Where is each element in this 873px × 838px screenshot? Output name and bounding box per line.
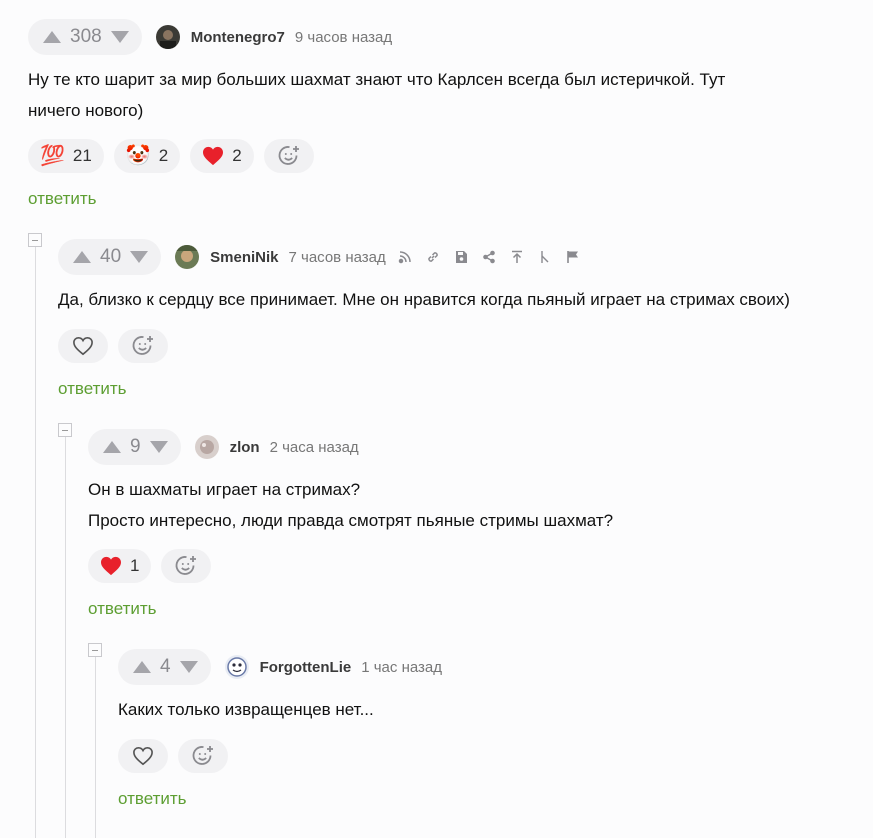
comment-text: Каких только извращенцев нет... — [118, 694, 374, 725]
author-name[interactable]: SmeniNik — [210, 249, 278, 266]
upvote-arrow-icon[interactable] — [72, 250, 92, 264]
rating-count: 4 — [160, 656, 171, 677]
downvote-arrow-icon[interactable] — [149, 440, 169, 454]
link-icon[interactable] — [426, 250, 440, 264]
avatar[interactable] — [175, 245, 200, 269]
author-name[interactable]: ForgottenLie — [260, 659, 352, 676]
thread-line-level-3 — [95, 657, 96, 838]
thread-line-level-2 — [65, 437, 66, 838]
reply-link[interactable]: ответить — [28, 189, 97, 209]
rating-control: 40 — [58, 239, 162, 275]
rating-count: 308 — [70, 26, 102, 47]
tree-icon[interactable] — [538, 250, 552, 264]
add-reaction-button[interactable] — [118, 329, 168, 363]
reaction-count: 1 — [130, 556, 140, 575]
add-reaction-button[interactable] — [178, 739, 228, 773]
comment-header: 4 ForgottenLie 1 час назад — [118, 649, 442, 685]
share-icon[interactable] — [482, 250, 496, 264]
downvote-arrow-icon[interactable] — [129, 250, 149, 264]
save-icon[interactable] — [454, 250, 468, 264]
reaction-count: 2 — [158, 146, 169, 165]
reply-link[interactable]: ответить — [118, 789, 187, 809]
heart-outline-icon — [73, 336, 93, 356]
comment-text-line: Просто интересно, люди правда смотрят пь… — [88, 511, 614, 530]
report-flag-icon[interactable] — [566, 250, 580, 264]
comment-header: 9 zlon 2 часа назад — [88, 429, 359, 465]
comment-header: 40 SmeniNik 7 часов назад — [58, 239, 580, 275]
comment-text-line: Он в шахматы играет на стримах? — [88, 480, 361, 499]
comment-text: Он в шахматы играет на стримах? Просто и… — [88, 474, 613, 536]
downvote-arrow-icon[interactable] — [179, 660, 199, 674]
rating-count: 40 — [100, 246, 122, 267]
red-heart-icon — [101, 556, 121, 576]
reaction-count: 21 — [72, 146, 92, 165]
comment-text-line: Каких только извращенцев нет... — [118, 700, 374, 719]
rating-control: 9 — [88, 429, 181, 465]
comment-text-line: ничего нового) — [28, 101, 144, 120]
reaction-heart[interactable]: 2 — [190, 139, 254, 173]
upvote-arrow-icon[interactable] — [132, 660, 152, 674]
timestamp: 2 часа назад — [269, 438, 359, 456]
reaction-clown-face[interactable]: 🤡 2 — [113, 139, 181, 173]
comment-text-line: Ну те кто шарит за мир больших шахмат зн… — [28, 70, 726, 89]
reactions-bar — [118, 739, 228, 773]
red-heart-icon — [203, 146, 224, 166]
reply-link[interactable]: ответить — [58, 379, 127, 399]
collapse-thread-button[interactable] — [88, 643, 102, 657]
heart-outline-icon — [133, 746, 153, 766]
author-name[interactable]: Montenegro7 — [191, 29, 285, 46]
reaction-hundred-points[interactable]: 💯 21 — [28, 139, 104, 173]
go-to-parent-icon[interactable] — [510, 250, 524, 264]
timestamp: 1 час назад — [361, 658, 442, 676]
downvote-arrow-icon[interactable] — [110, 30, 130, 44]
reactions-bar — [58, 329, 168, 363]
comment-text: Ну те кто шарит за мир больших шахмат зн… — [28, 64, 725, 126]
upvote-arrow-icon[interactable] — [42, 30, 62, 44]
collapse-thread-button[interactable] — [28, 233, 42, 247]
rating-control: 4 — [118, 649, 211, 685]
like-button[interactable] — [118, 739, 168, 773]
comment-header: 308 Montenegro7 9 часов назад — [28, 19, 392, 55]
timestamp: 9 часов назад — [294, 28, 393, 46]
hundred-points-emoji: 💯 — [40, 145, 65, 167]
add-reaction-button[interactable] — [161, 549, 212, 583]
reactions-bar: 💯 21 🤡 2 2 — [28, 139, 314, 173]
add-reaction-icon — [192, 746, 213, 765]
comment-text: Да, близко к сердцу все принимает. Мне о… — [58, 284, 790, 315]
comment-tools — [398, 250, 580, 264]
reply-link[interactable]: ответить — [88, 599, 157, 619]
clown-face-emoji: 🤡 — [125, 145, 151, 167]
add-reaction-icon — [278, 146, 299, 165]
rating-count: 9 — [130, 436, 141, 457]
reaction-count: 2 — [232, 146, 242, 165]
author-name[interactable]: zlon — [230, 439, 260, 456]
add-reaction-icon — [176, 556, 197, 575]
avatar[interactable] — [194, 435, 219, 459]
thread-line-level-1 — [35, 247, 36, 838]
upvote-arrow-icon[interactable] — [102, 440, 122, 454]
timestamp: 7 часов назад — [288, 248, 386, 266]
add-reaction-button[interactable] — [263, 139, 314, 173]
add-reaction-icon — [132, 336, 153, 355]
avatar[interactable] — [224, 655, 249, 679]
like-button[interactable] — [58, 329, 108, 363]
avatar[interactable] — [155, 25, 180, 49]
collapse-thread-button[interactable] — [58, 423, 72, 437]
thread-icon[interactable] — [398, 250, 412, 264]
comment-text-line: Да, близко к сердцу все принимает. Мне о… — [58, 290, 790, 309]
reaction-heart[interactable]: 1 — [88, 549, 152, 583]
rating-control: 308 — [28, 19, 142, 55]
reactions-bar: 1 — [88, 549, 212, 583]
